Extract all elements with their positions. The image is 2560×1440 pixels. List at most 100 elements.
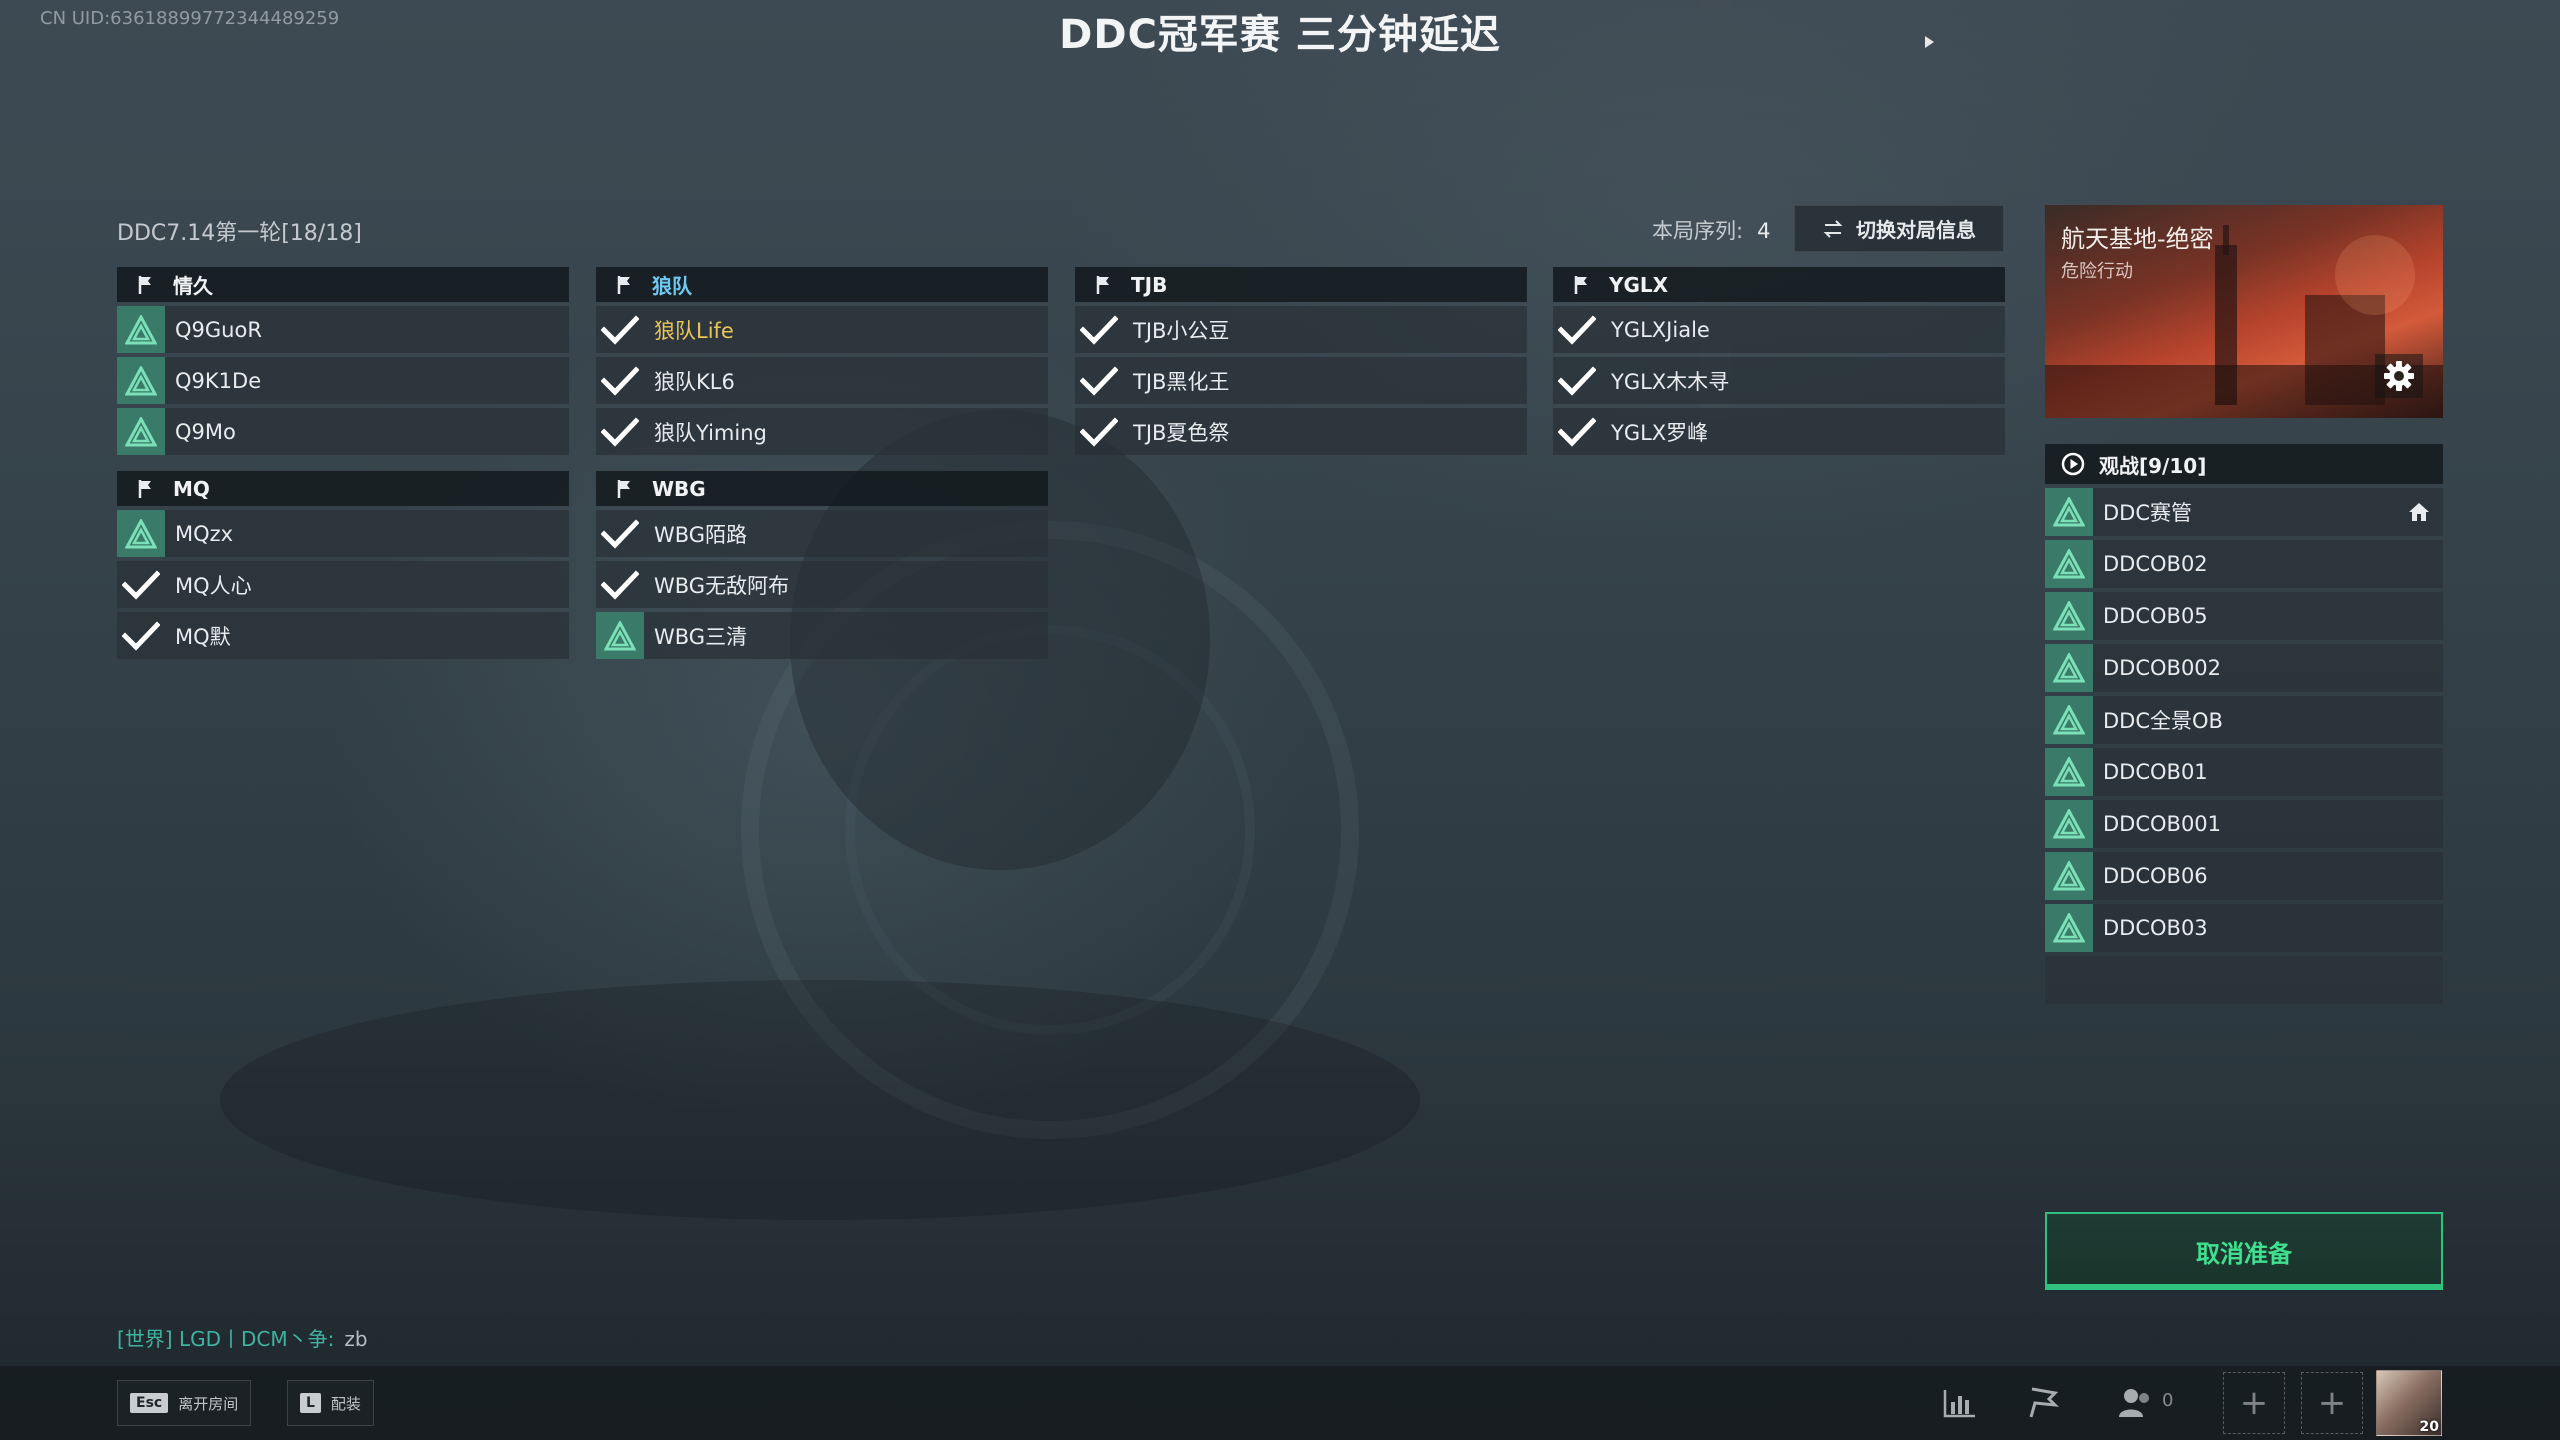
player-row[interactable]: YGLXJiale [1553,306,2005,353]
check-icon [1558,314,1596,345]
triangle-icon [2053,757,2085,787]
player-row[interactable]: WBG无敌阿布 [596,561,1048,608]
player-row[interactable]: MQ默 [117,612,569,659]
ready-status [117,561,165,608]
player-row[interactable]: MQzx [117,510,569,557]
team-name: YGLX [1609,272,1669,297]
house-icon [2407,501,2431,527]
team-name: MQ [173,476,210,501]
player-row[interactable]: Q9Mo [117,408,569,455]
player-name: WBG无敌阿布 [654,573,790,598]
map-name: 航天基地-绝密 [2061,225,2214,253]
triangle-icon [2053,497,2085,527]
team-header: 情久 [117,267,569,302]
player-row[interactable]: WBG三清 [596,612,1048,659]
team-player-list: YGLXJiale YGLX木木寻 YGLX罗峰 [1553,306,2005,455]
player-name: WBG三清 [654,624,748,649]
not-ready-status [117,510,165,557]
team-block-3: TJB TJB小公豆 TJB黑化王 TJB夏色祭 [1075,267,1527,459]
team-player-list: WBG陌路 WBG无敌阿布 WBG三清 [596,510,1048,659]
bottom-bar [0,1366,2560,1440]
player-name: Q9GuoR [175,317,262,342]
spectator-name: DDCOB02 [2103,552,2208,576]
player-row[interactable]: TJB小公豆 [1075,306,1527,353]
team-flag-button[interactable] [2024,1383,2064,1423]
ready-status [596,408,644,455]
triangle-icon [125,416,157,446]
cancel-ready-label: 取消准备 [2196,1239,2292,1268]
spectator-row[interactable]: DDCOB06 [2045,852,2443,900]
player-name: MQzx [175,521,234,546]
player-name: 狼队KL6 [654,369,735,394]
spectator-row[interactable]: DDCOB002 [2045,644,2443,692]
spectator-name: DDCOB001 [2103,812,2222,836]
player-row[interactable]: YGLX罗峰 [1553,408,2005,455]
spectator-name: DDCOB05 [2103,604,2208,628]
player-name: 狼队Yiming [654,420,767,445]
triangle-icon [2053,861,2085,891]
player-row[interactable]: TJB黑化王 [1075,357,1527,404]
ready-status [1075,408,1123,455]
spectator-name: DDCOB01 [2103,760,2208,784]
team-header: TJB [1075,267,1527,302]
stats-button[interactable] [1940,1383,1980,1423]
invite-slot-2[interactable]: + [2301,1372,2363,1434]
map-mode: 危险行动 [2061,261,2133,282]
player-row[interactable]: 狼队Yiming [596,408,1048,455]
friends-button[interactable] [2116,1383,2156,1423]
flag-icon [1096,275,1109,294]
leave-room-label: 离开房间 [178,1394,239,1413]
loadout-button[interactable]: L 配装 [287,1380,374,1426]
team-name: 情久 [173,274,213,298]
leave-room-button[interactable]: Esc 离开房间 [117,1380,252,1426]
ready-status [1553,408,1601,455]
spectator-row[interactable]: DDCOB02 [2045,540,2443,588]
player-row[interactable]: Q9K1De [117,357,569,404]
triangle-icon [604,620,636,650]
sequence-label: 本局序列: [1652,219,1744,243]
not-ready-status [117,306,165,353]
spectator-row[interactable]: DDCOB05 [2045,592,2443,640]
player-row[interactable]: 狼队Life [596,306,1048,353]
gear-icon [2384,361,2414,391]
check-icon [601,569,639,600]
spectator-row[interactable]: DDC全景OB [2045,696,2443,744]
map-card[interactable]: 航天基地-绝密 危险行动 [2045,205,2443,418]
player-row[interactable]: TJB夏色祭 [1075,408,1527,455]
player-row[interactable]: YGLX木木寻 [1553,357,2005,404]
player-row[interactable]: WBG陌路 [596,510,1048,557]
flag-icon [138,479,151,498]
spectator-status [2045,488,2093,536]
map-settings-button[interactable] [2375,354,2423,398]
spectator-row[interactable]: DDCOB001 [2045,800,2443,848]
switch-match-info-button[interactable]: 切换对局信息 [1794,205,2004,252]
spectator-row[interactable]: DDC赛管 [2045,488,2443,536]
invite-slot-1[interactable]: + [2223,1372,2285,1434]
player-name: TJB夏色祭 [1133,420,1230,445]
room-round-label: DDC7.14第一轮[18/18] [117,221,362,246]
team-block-6: WBG WBG陌路 WBG无敌阿布 WBG三清 [596,471,1048,663]
team-header: 狼队 [596,267,1048,302]
friends-icon [2119,1389,2149,1417]
player-avatar[interactable]: 20 [2376,1370,2442,1436]
player-row[interactable]: Q9GuoR [117,306,569,353]
ready-status [596,510,644,557]
spectator-name: DDCOB03 [2103,916,2208,940]
player-name: WBG陌路 [654,522,748,547]
spectator-status [2045,644,2093,692]
spectator-header[interactable]: 观战[9/10] [2045,444,2443,484]
check-icon [601,518,639,549]
team-player-list: TJB小公豆 TJB黑化王 TJB夏色祭 [1075,306,1527,455]
play-circle-icon [2061,452,2085,476]
team-block-2: 狼队 狼队Life 狼队KL6 狼队Yiming [596,267,1048,459]
team-block-4: YGLX YGLXJiale YGLX木木寻 YGLX罗峰 [1553,267,2005,459]
player-row[interactable]: MQ人心 [117,561,569,608]
team-player-list: Q9GuoR Q9K1De Q9Mo [117,306,569,455]
ready-status [596,561,644,608]
player-row[interactable]: 狼队KL6 [596,357,1048,404]
spectator-empty-slot[interactable] [2045,956,2443,1004]
cancel-ready-button[interactable]: 取消准备 [2045,1212,2443,1290]
spectator-row[interactable]: DDCOB03 [2045,904,2443,952]
ready-status [1075,357,1123,404]
spectator-row[interactable]: DDCOB01 [2045,748,2443,796]
